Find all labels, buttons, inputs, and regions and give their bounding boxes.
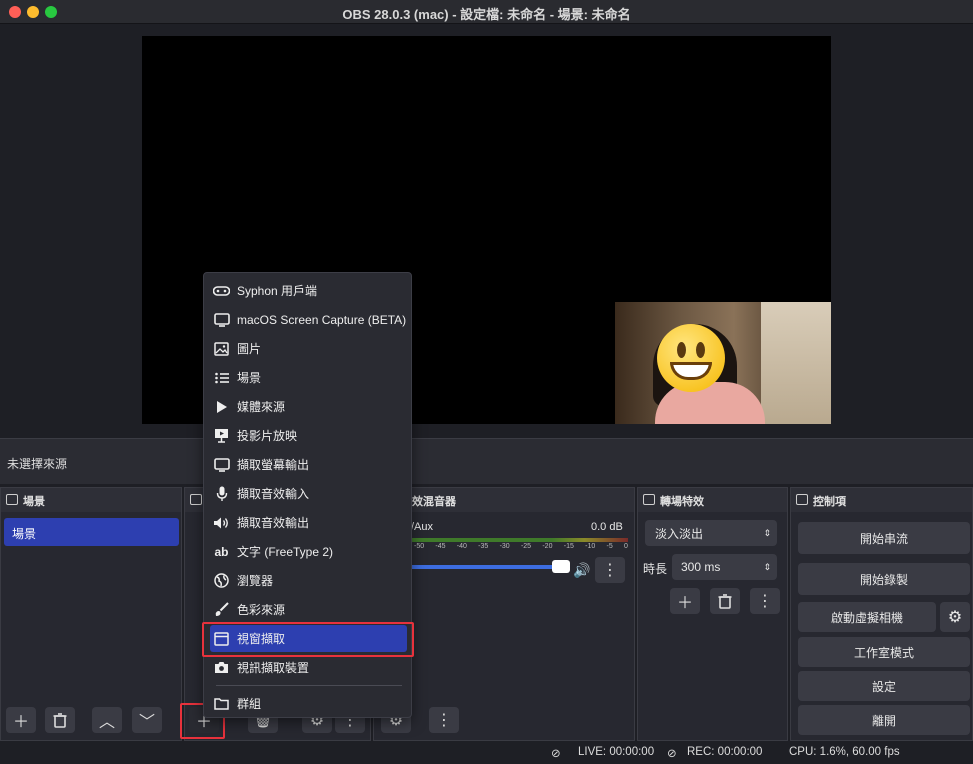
controls-dock: 控制項 開始串流 開始錄製 啟動虛擬相機 ⚙ 工作室模式 設定 離開 — [790, 487, 973, 741]
menu-item-image[interactable]: 圖片 — [210, 335, 407, 362]
move-scene-down-button[interactable]: ﹀ — [132, 707, 162, 733]
brush-icon — [213, 601, 230, 618]
transitions-dock: 轉場特效 淡入淡出 ⇕ 時長 300 ms ⇕ ＋ ⋮ — [637, 487, 788, 741]
move-scene-up-button[interactable]: ︿ — [92, 707, 122, 733]
menu-item-browser[interactable]: 瀏覽器 — [210, 567, 407, 594]
menu-item-macos-screen-capture[interactable]: macOS Screen Capture (BETA) — [210, 306, 407, 333]
rec-indicator-icon: ⊘ — [667, 748, 677, 760]
scene-list-item[interactable]: 場景 — [4, 518, 179, 546]
menu-item-group[interactable]: 群組 — [210, 690, 407, 717]
menu-item-text-freetype[interactable]: ab 文字 (FreeType 2) — [210, 538, 407, 565]
status-bar: ⊘ LIVE: 00:00:00 ⊘ REC: 00:00:00 CPU: 1.… — [0, 742, 973, 764]
more-vertical-icon: ⋮ — [436, 712, 452, 729]
settings-button[interactable]: 設定 — [798, 671, 970, 701]
exit-button[interactable]: 離開 — [798, 705, 970, 735]
globe-icon — [213, 572, 230, 589]
plus-icon: ＋ — [676, 595, 693, 612]
no-source-label: 未選擇來源 — [7, 457, 68, 471]
monitor-icon — [213, 311, 230, 328]
add-scene-button[interactable]: ＋ — [6, 707, 36, 733]
list-icon — [213, 369, 230, 386]
remove-scene-button[interactable] — [45, 707, 75, 733]
chevron-up-icon: ︿ — [98, 714, 115, 731]
gear-icon: ⚙ — [947, 609, 963, 626]
title-bar: OBS 28.0.3 (mac) - 設定檔: 未命名 - 場景: 未命名 — [0, 0, 973, 24]
menu-item-slideshow[interactable]: 投影片放映 — [210, 422, 407, 449]
scenes-dock: 場景 場景 ＋ ︿ ﹀ — [0, 487, 182, 741]
slideshow-icon — [213, 427, 230, 444]
transition-selected: 淡入淡出 — [655, 526, 704, 541]
menu-item-syphon-client[interactable]: Syphon 用戶端 — [210, 277, 407, 304]
start-streaming-button[interactable]: 開始串流 — [798, 522, 970, 554]
webcam-source[interactable] — [615, 302, 831, 424]
start-recording-button[interactable]: 開始錄製 — [798, 563, 970, 595]
transition-more-button[interactable]: ⋮ — [750, 588, 780, 614]
smiley-emoji-icon — [657, 324, 725, 392]
menu-item-color-source[interactable]: 色彩來源 — [210, 596, 407, 623]
dock-float-icon[interactable] — [6, 494, 18, 505]
source-toolbar: 未選擇來源 — [0, 438, 973, 484]
remove-transition-button[interactable] — [710, 588, 740, 614]
microphone-icon — [213, 485, 230, 502]
menu-item-media-source[interactable]: 媒體來源 — [210, 393, 407, 420]
meter-scale: -50 -45 -40 -35 -30 -25 -20 -15 -10 -5 0 — [414, 543, 628, 550]
mixer-channel-name: /Aux — [411, 521, 434, 533]
stepper-icon[interactable]: ⇕ — [763, 562, 771, 573]
image-icon — [213, 340, 230, 357]
mixer-header: 效混音器 — [412, 496, 456, 508]
dock-float-icon[interactable] — [190, 494, 202, 505]
studio-mode-button[interactable]: 工作室模式 — [798, 637, 970, 667]
play-icon — [213, 398, 230, 415]
rec-time: REC: 00:00:00 — [687, 746, 763, 758]
transition-select[interactable]: 淡入淡出 ⇕ — [645, 520, 777, 546]
transitions-header: 轉場特效 — [660, 496, 704, 508]
mixer-more-button[interactable]: ⋮ — [429, 707, 459, 733]
menu-item-video-capture-device[interactable]: 視訊擷取裝置 — [210, 654, 407, 681]
trash-icon — [718, 593, 732, 609]
duration-value: 300 ms — [681, 560, 721, 574]
plus-icon: ＋ — [12, 714, 29, 731]
cpu-fps-readout: CPU: 1.6%, 60.00 fps — [789, 746, 900, 758]
menu-item-display-capture[interactable]: 擷取螢幕輸出 — [210, 451, 407, 478]
window-title: OBS 28.0.3 (mac) - 設定檔: 未命名 - 場景: 未命名 — [342, 7, 631, 22]
volume-meter — [410, 538, 628, 542]
folder-icon — [213, 695, 230, 712]
live-time: LIVE: 00:00:00 — [578, 746, 655, 758]
dock-float-icon[interactable] — [643, 494, 655, 505]
chevron-down-icon: ﹀ — [138, 714, 155, 731]
trash-icon — [53, 712, 67, 728]
scenes-header: 場景 — [23, 496, 45, 508]
volume-slider[interactable] — [410, 565, 564, 569]
window-capture-highlight — [202, 622, 414, 657]
controls-header: 控制項 — [813, 496, 846, 508]
menu-item-audio-input-capture[interactable]: 擷取音效輸入 — [210, 480, 407, 507]
more-vertical-icon: ⋮ — [602, 562, 618, 579]
more-vertical-icon: ⋮ — [757, 593, 773, 610]
menu-item-scene[interactable]: 場景 — [210, 364, 407, 391]
speaker-icon — [213, 514, 230, 531]
mixer-level-readout: 0.0 dB — [591, 521, 623, 533]
monitor-icon — [213, 456, 230, 473]
start-virtual-camera-button[interactable]: 啟動虛擬相機 — [798, 602, 936, 632]
dock-float-icon[interactable] — [796, 494, 808, 505]
text-icon: ab — [214, 544, 229, 559]
menu-item-audio-output-capture[interactable]: 擷取音效輸出 — [210, 509, 407, 536]
duration-label: 時長 — [643, 562, 668, 576]
virtual-camera-settings-button[interactable]: ⚙ — [940, 602, 970, 632]
duration-spinbox[interactable]: 300 ms ⇕ — [672, 554, 777, 580]
no-signal-icon: ⊘ — [551, 748, 561, 760]
updown-chevron-icon: ⇕ — [763, 527, 771, 538]
mixer-channel-menu-button[interactable]: ⋮ — [595, 557, 625, 583]
menu-separator — [216, 685, 402, 686]
camera-icon — [213, 659, 230, 676]
volume-slider-handle[interactable] — [552, 560, 570, 573]
speaker-icon[interactable]: 🔊 — [573, 562, 590, 579]
add-transition-button[interactable]: ＋ — [670, 588, 700, 614]
gamepad-icon — [213, 282, 230, 299]
